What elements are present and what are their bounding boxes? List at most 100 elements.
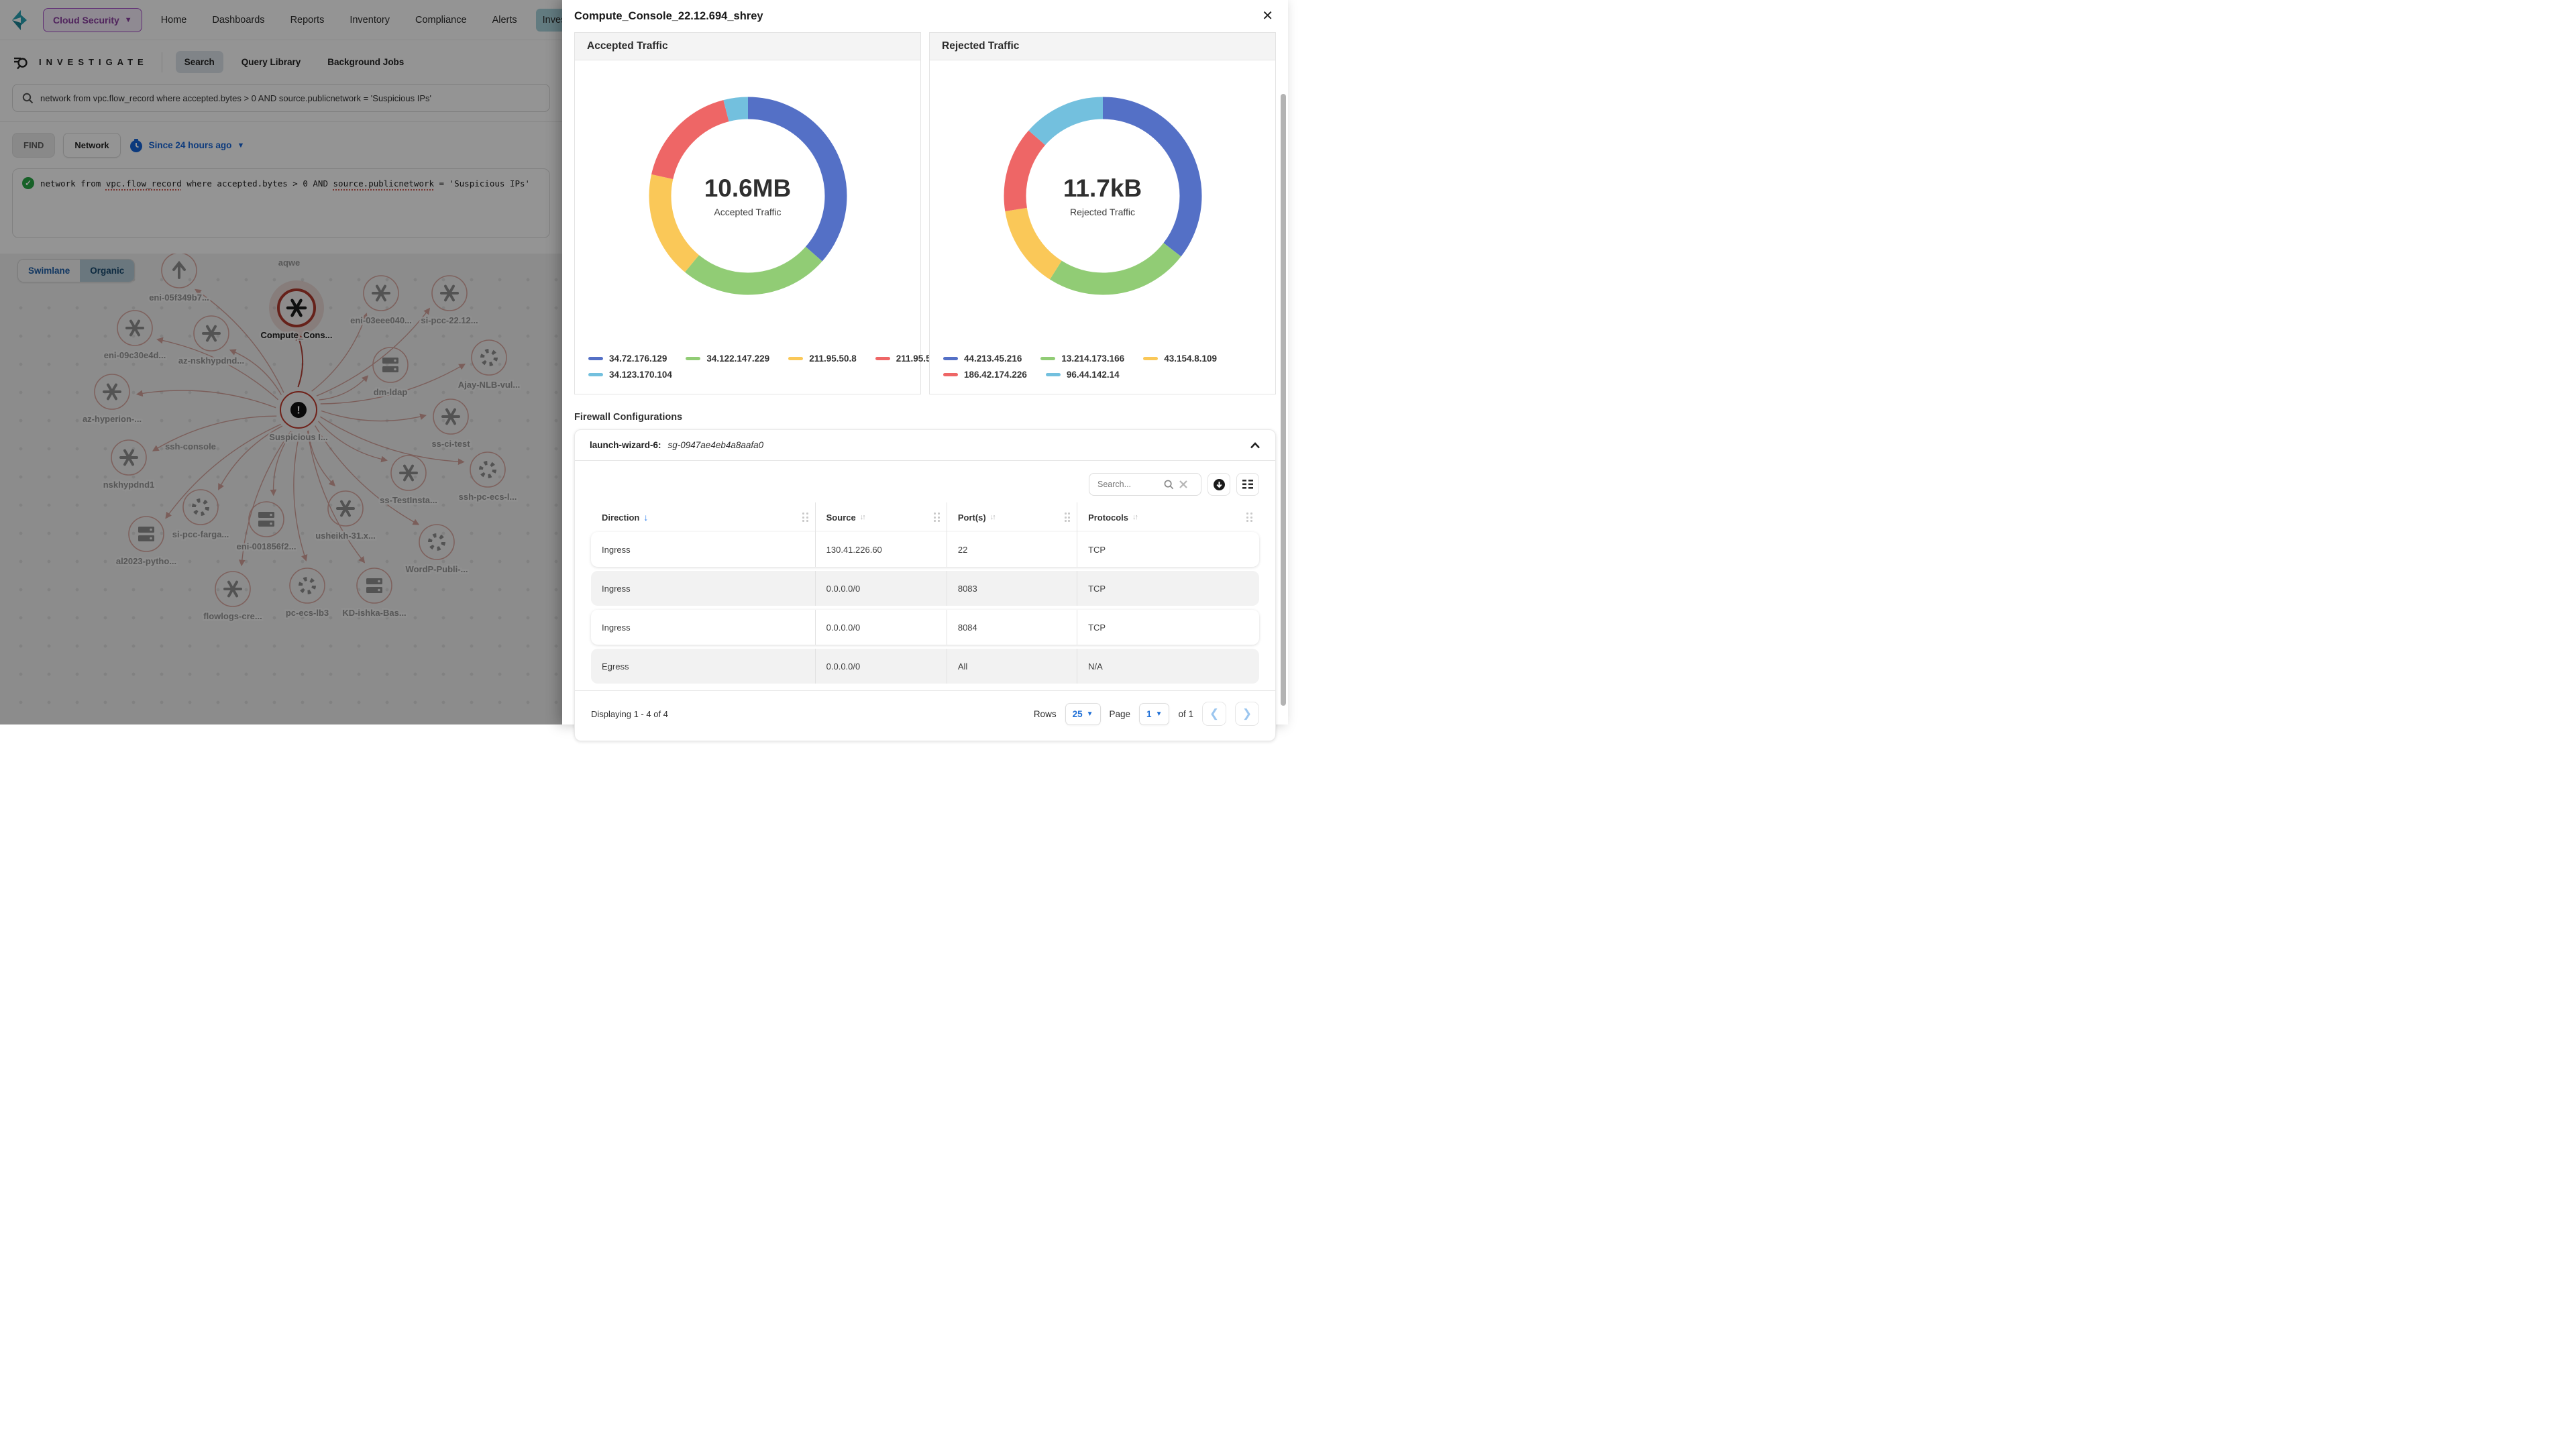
table-cell: TCP (1077, 571, 1259, 606)
panel-title: Compute_Console_22.12.694_shrey (574, 10, 763, 23)
security-group-accordion: launch-wizard-6: sg-0947ae4eb4a8aafa0 (574, 429, 1276, 741)
firewall-table: Direction↓Source↓↑Port(s)↓↑Protocols↓↑ I… (575, 498, 1275, 684)
download-button[interactable] (1208, 473, 1230, 496)
legend-item[interactable]: 211.95.50.8 (788, 354, 857, 364)
close-icon[interactable]: ✕ (1262, 9, 1273, 23)
legend-item[interactable]: 34.123.170.104 (588, 370, 672, 380)
sort-desc-icon: ↓ (643, 512, 648, 523)
column-header-direction[interactable]: Direction↓ (591, 502, 816, 532)
page-label: Page (1110, 709, 1131, 719)
firewall-config-heading: Firewall Configurations (574, 412, 1276, 423)
table-cell: TCP (1077, 610, 1259, 645)
rows-per-page-select[interactable]: 25 ▼ (1065, 703, 1101, 725)
column-header-protocols[interactable]: Protocols↓↑ (1077, 502, 1259, 532)
column-settings-icon (1242, 479, 1254, 490)
legend-item[interactable]: 34.72.176.129 (588, 354, 667, 364)
legend-swatch (588, 357, 603, 360)
legend-item[interactable]: 186.42.174.226 (943, 370, 1027, 380)
legend-swatch (943, 357, 958, 360)
rows-label: Rows (1034, 709, 1057, 719)
table-row[interactable]: Ingress0.0.0.0/08083TCP (591, 571, 1259, 606)
chevron-down-icon: ▼ (1156, 710, 1163, 718)
accordion-header[interactable]: launch-wizard-6: sg-0947ae4eb4a8aafa0 (575, 430, 1275, 461)
modal-overlay[interactable] (0, 0, 562, 724)
table-cell: 8083 (947, 571, 1077, 606)
page-of-total: of 1 (1178, 709, 1193, 719)
legend-swatch (788, 357, 803, 360)
security-group-id: sg-0947ae4eb4a8aafa0 (668, 440, 764, 450)
legend-item[interactable]: 13.214.173.166 (1040, 354, 1124, 364)
accepted-traffic-card: Accepted Traffic 10.6MB Accepted Traffic… (574, 32, 921, 394)
table-search-input[interactable] (1097, 480, 1159, 489)
chevron-up-icon (1250, 442, 1260, 449)
search-icon[interactable] (1164, 480, 1174, 490)
column-settings-button[interactable] (1236, 473, 1259, 496)
legend-item[interactable]: 34.122.147.229 (686, 354, 769, 364)
table-row[interactable]: Ingress130.41.226.6022TCP (591, 532, 1259, 567)
legend-swatch (588, 373, 603, 376)
table-cell: 130.41.226.60 (816, 532, 947, 567)
table-cell: Egress (591, 649, 816, 684)
legend-item[interactable]: 44.213.45.216 (943, 354, 1022, 364)
legend-label: 186.42.174.226 (964, 370, 1027, 380)
legend-label: 44.213.45.216 (964, 354, 1022, 364)
app-root: Cloud Security ▼ Home Dashboards Reports… (0, 0, 1288, 724)
table-cell: 0.0.0.0/0 (816, 649, 947, 684)
legend-swatch (686, 357, 700, 360)
legend-swatch (875, 357, 890, 360)
rejected-legend: 44.213.45.216 13.214.173.166 43.154.8.109 1… (943, 347, 1267, 386)
legend-label: 96.44.142.14 (1067, 370, 1120, 380)
legend-item[interactable]: 43.154.8.109 (1143, 354, 1217, 364)
page-value: 1 (1146, 709, 1152, 719)
table-cell: 8084 (947, 610, 1077, 645)
legend-label: 34.72.176.129 (609, 354, 667, 364)
rejected-traffic-donut[interactable]: 11.7kB Rejected Traffic (999, 92, 1207, 300)
rejected-traffic-title: Rejected Traffic (930, 33, 1275, 60)
legend-label: 211.95.50.8 (809, 354, 857, 364)
table-cell: All (947, 649, 1077, 684)
column-drag-handle[interactable] (802, 513, 808, 522)
rejected-traffic-card: Rejected Traffic 11.7kB Rejected Traffic… (929, 32, 1276, 394)
table-cell: TCP (1077, 532, 1259, 567)
table-body: Ingress130.41.226.6022TCPIngress0.0.0.0/… (591, 532, 1259, 684)
table-row[interactable]: Ingress0.0.0.0/08084TCP (591, 610, 1259, 645)
legend-label: 34.122.147.229 (706, 354, 769, 364)
legend-swatch (1040, 357, 1055, 360)
clear-search-icon[interactable] (1179, 480, 1188, 489)
legend-label: 13.214.173.166 (1061, 354, 1124, 364)
table-cell: Ingress (591, 610, 816, 645)
legend-item[interactable]: 96.44.142.14 (1046, 370, 1120, 380)
security-group-name: launch-wizard-6: (590, 440, 661, 450)
table-cell: 22 (947, 532, 1077, 567)
sort-icon: ↓↑ (990, 513, 995, 521)
table-search (1089, 473, 1201, 496)
table-cell: 0.0.0.0/0 (816, 610, 947, 645)
column-drag-handle[interactable] (1246, 513, 1252, 522)
table-toolbar (575, 461, 1275, 498)
panel-header: Compute_Console_22.12.694_shrey ✕ (562, 0, 1288, 32)
column-drag-handle[interactable] (934, 513, 940, 522)
table-header-row: Direction↓Source↓↑Port(s)↓↑Protocols↓↑ (591, 502, 1259, 532)
traffic-charts: Accepted Traffic 10.6MB Accepted Traffic… (574, 32, 1276, 394)
sort-icon: ↓↑ (860, 513, 865, 521)
column-header-ports[interactable]: Port(s)↓↑ (947, 502, 1077, 532)
accepted-traffic-donut[interactable]: 10.6MB Accepted Traffic (644, 92, 852, 300)
download-icon (1213, 478, 1226, 491)
table-cell: Ingress (591, 532, 816, 567)
table-row[interactable]: Egress0.0.0.0/0AllN/A (591, 649, 1259, 684)
table-cell: Ingress (591, 571, 816, 606)
page-select[interactable]: 1 ▼ (1139, 703, 1169, 725)
prev-page-button[interactable]: ❮ (1202, 702, 1226, 726)
column-header-source[interactable]: Source↓↑ (816, 502, 947, 532)
legend-swatch (1143, 357, 1158, 360)
next-page-button[interactable]: ❯ (1235, 702, 1259, 726)
accepted-legend: 34.72.176.12934.122.147.229211.95.50.821… (588, 347, 912, 386)
displaying-count: Displaying 1 - 4 of 4 (591, 709, 668, 719)
legend-label: 34.123.170.104 (609, 370, 672, 380)
panel-scrollbar[interactable] (1281, 94, 1286, 706)
table-cell: 0.0.0.0/0 (816, 571, 947, 606)
column-drag-handle[interactable] (1065, 513, 1071, 522)
accepted-traffic-title: Accepted Traffic (575, 33, 920, 60)
legend-label: 43.154.8.109 (1164, 354, 1217, 364)
detail-panel: Compute_Console_22.12.694_shrey ✕ Accept… (562, 0, 1288, 724)
